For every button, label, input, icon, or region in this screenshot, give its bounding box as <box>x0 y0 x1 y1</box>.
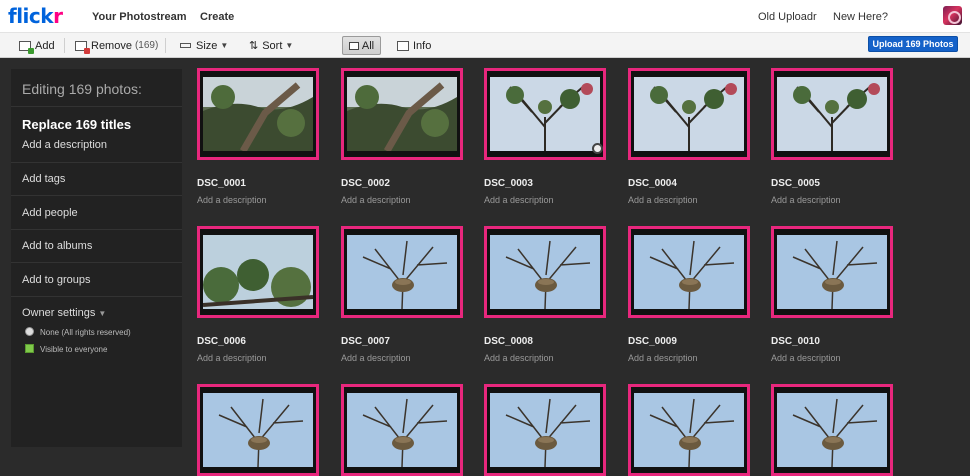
photo-thumbnail[interactable] <box>771 68 893 160</box>
add-photo-icon <box>19 40 34 54</box>
visibility-setting[interactable]: Visible to everyone <box>40 345 107 354</box>
photo-image <box>777 393 887 467</box>
toolbar: Add Remove (169) Size ▼ ⇅ Sort ▼ All Inf… <box>0 33 970 58</box>
info-button[interactable]: Info <box>397 38 431 53</box>
divider <box>165 38 166 53</box>
avatar[interactable] <box>943 6 962 25</box>
photo-image <box>347 393 457 467</box>
add-description-link[interactable]: Add a description <box>22 139 107 151</box>
photo-title[interactable]: DSC_0009 <box>628 336 677 347</box>
photo-image <box>777 77 887 151</box>
photo-title[interactable]: DSC_0003 <box>484 178 533 189</box>
photo-description[interactable]: Add a description <box>628 353 698 363</box>
photo-description[interactable]: Add a description <box>628 195 698 205</box>
link-new-here[interactable]: New Here? <box>833 11 888 23</box>
add-to-groups-link[interactable]: Add to groups <box>22 274 91 286</box>
photo-thumbnail[interactable] <box>197 68 319 160</box>
link-old-uploadr[interactable]: Old Uploadr <box>758 11 817 23</box>
owner-settings-toggle[interactable]: Owner settings ▼ <box>22 307 106 319</box>
select-all-icon <box>348 41 359 50</box>
license-icon <box>25 327 34 336</box>
size-icon <box>180 43 191 48</box>
divider <box>11 262 182 263</box>
sidebar-heading: Editing 169 photos: <box>22 81 142 97</box>
add-tags-link[interactable]: Add tags <box>22 173 65 185</box>
add-people-link[interactable]: Add people <box>22 207 78 219</box>
photo-thumbnail[interactable] <box>484 384 606 476</box>
photo-thumbnail[interactable] <box>628 384 750 476</box>
photo-image <box>634 393 744 467</box>
divider <box>11 296 182 297</box>
photo-title[interactable]: DSC_0008 <box>484 336 533 347</box>
replace-titles-link[interactable]: Replace 169 titles <box>22 117 131 132</box>
photo-image <box>490 235 600 309</box>
photo-title[interactable]: DSC_0002 <box>341 178 390 189</box>
photo-title[interactable]: DSC_0010 <box>771 336 820 347</box>
chevron-down-icon: ▼ <box>285 41 294 50</box>
photo-image <box>347 77 457 151</box>
photo-grid: DSC_0001 Add a description DSC_0002 Add a d… <box>182 58 970 476</box>
photo-thumbnail[interactable] <box>771 226 893 318</box>
photo-thumbnail[interactable] <box>341 68 463 160</box>
photo-thumbnail[interactable] <box>341 226 463 318</box>
photo-thumbnail[interactable] <box>341 384 463 476</box>
sort-icon: ⇅ <box>249 40 259 52</box>
sort-dropdown[interactable]: ⇅ Sort ▼ <box>249 38 293 53</box>
divider <box>11 162 182 163</box>
photo-thumbnail[interactable] <box>628 226 750 318</box>
divider <box>64 38 65 53</box>
photo-thumbnail[interactable] <box>484 68 606 160</box>
photo-thumbnail[interactable] <box>771 384 893 476</box>
remove-button[interactable]: Remove (169) <box>75 38 158 54</box>
upload-photos-button[interactable]: Upload 169 Photos <box>868 36 958 52</box>
photo-description[interactable]: Add a description <box>341 195 411 205</box>
photo-image <box>634 235 744 309</box>
chevron-down-icon: ▼ <box>98 309 107 318</box>
photo-thumbnail[interactable] <box>197 384 319 476</box>
photo-image <box>203 77 313 151</box>
photo-thumbnail[interactable] <box>197 226 319 318</box>
photo-title[interactable]: DSC_0007 <box>341 336 390 347</box>
photo-thumbnail[interactable] <box>628 68 750 160</box>
photo-title[interactable]: DSC_0005 <box>771 178 820 189</box>
photo-title[interactable]: DSC_0006 <box>197 336 246 347</box>
photo-description[interactable]: Add a description <box>197 353 267 363</box>
add-to-albums-link[interactable]: Add to albums <box>22 240 92 252</box>
photo-image <box>203 235 313 309</box>
photo-thumbnail[interactable] <box>484 226 606 318</box>
divider <box>11 195 182 196</box>
photo-title[interactable]: DSC_0001 <box>197 178 246 189</box>
rotate-icon[interactable] <box>592 143 603 154</box>
chevron-down-icon: ▼ <box>220 41 229 50</box>
nav-your-photostream[interactable]: Your Photostream <box>92 11 187 23</box>
photo-description[interactable]: Add a description <box>484 353 554 363</box>
visibility-icon <box>25 344 34 353</box>
top-bar: flickr Your Photostream Create Old Uploa… <box>0 0 970 33</box>
photo-description[interactable]: Add a description <box>484 195 554 205</box>
remove-photo-icon <box>75 40 90 54</box>
photo-description[interactable]: Add a description <box>197 195 267 205</box>
photo-image <box>777 235 887 309</box>
divider <box>11 229 182 230</box>
flickr-logo[interactable]: flickr <box>8 4 63 28</box>
photo-description[interactable]: Add a description <box>771 195 841 205</box>
batch-edit-sidebar: Editing 169 photos: Replace 169 titles A… <box>11 69 182 447</box>
photo-description[interactable]: Add a description <box>771 353 841 363</box>
add-button[interactable]: Add <box>19 38 55 54</box>
photo-description[interactable]: Add a description <box>341 353 411 363</box>
divider <box>11 106 182 107</box>
all-button[interactable]: All <box>342 36 381 55</box>
photo-image <box>490 393 600 467</box>
license-setting[interactable]: None (All rights reserved) <box>40 328 131 337</box>
size-dropdown[interactable]: Size ▼ <box>180 38 228 53</box>
photo-image <box>490 77 600 151</box>
photo-title[interactable]: DSC_0004 <box>628 178 677 189</box>
photo-image <box>203 393 313 467</box>
photo-image <box>347 235 457 309</box>
info-icon <box>397 40 409 51</box>
photo-image <box>634 77 744 151</box>
nav-create[interactable]: Create <box>200 11 234 23</box>
